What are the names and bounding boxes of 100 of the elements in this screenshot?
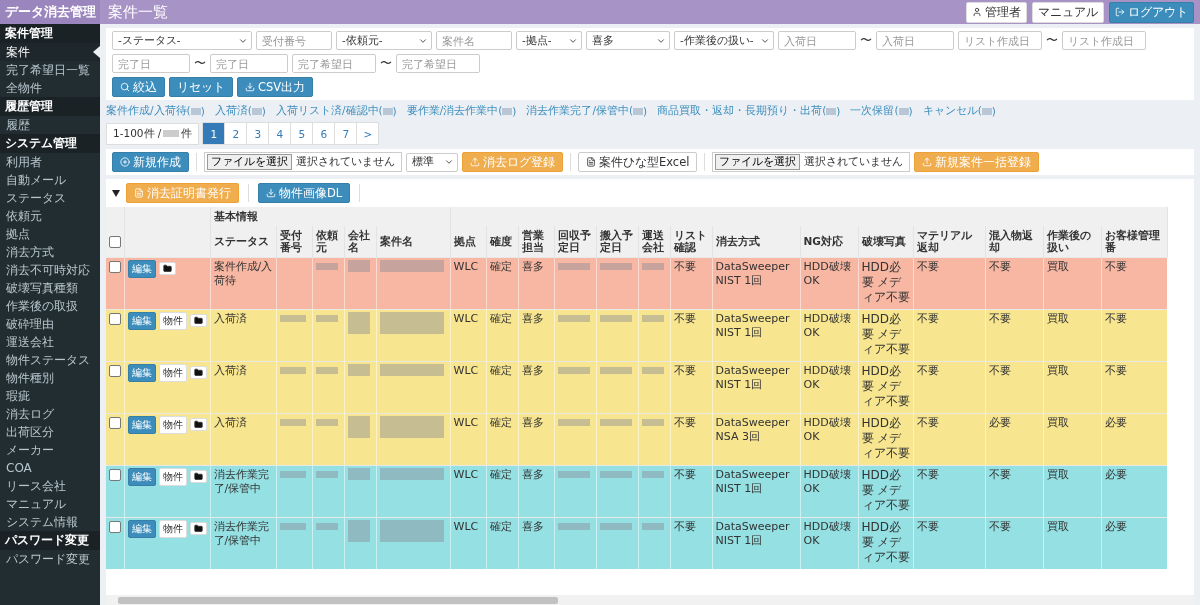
user-icon: [972, 7, 982, 17]
input-field[interactable]: 受付番号: [256, 31, 332, 50]
row-checkbox[interactable]: [109, 468, 121, 481]
toolbar-button[interactable]: 新規作成: [112, 152, 189, 172]
sidebar-item[interactable]: 瑕疵: [0, 387, 100, 405]
sidebar-item[interactable]: 完了希望日一覧: [0, 61, 100, 79]
sidebar-item[interactable]: COA: [0, 459, 100, 477]
input-field[interactable]: 入荷日: [778, 31, 856, 50]
redacted-block: [347, 259, 370, 272]
sidebar-item[interactable]: 作業後の取扱: [0, 297, 100, 315]
file-input[interactable]: ファイルを選択 選択されていません: [204, 152, 402, 172]
sidebar-item[interactable]: マニュアル: [0, 495, 100, 513]
horizontal-scrollbar[interactable]: [106, 595, 1194, 605]
sidebar-item[interactable]: ステータス: [0, 189, 100, 207]
redacted-block: [599, 418, 632, 426]
item-button[interactable]: 物件: [158, 363, 187, 382]
folder-button[interactable]: [189, 522, 207, 536]
sidebar-item[interactable]: 拠点: [0, 225, 100, 243]
sidebar-item[interactable]: 消去不可時対応: [0, 261, 100, 279]
edit-button[interactable]: 編集: [127, 363, 156, 382]
reset-button[interactable]: リセット: [169, 77, 233, 97]
page-link[interactable]: >: [356, 122, 380, 145]
sidebar-item[interactable]: 消去方式: [0, 243, 100, 261]
item-button[interactable]: 物件: [158, 311, 187, 330]
page-link[interactable]: 7: [334, 122, 358, 145]
sidebar-item[interactable]: 物件種別: [0, 369, 100, 387]
file-input[interactable]: ファイルを選択 選択されていません: [712, 152, 911, 172]
row-checkbox[interactable]: [109, 416, 121, 429]
redacted-block: [599, 314, 632, 322]
sidebar-item[interactable]: 消去ログ: [0, 405, 100, 423]
folder-button[interactable]: [189, 470, 207, 484]
redacted-block: [641, 366, 664, 374]
select-field[interactable]: -依頼元-: [336, 31, 432, 50]
input-field[interactable]: 案件名: [436, 31, 512, 50]
redacted-block: [279, 366, 306, 374]
redacted-block: [347, 519, 370, 542]
edit-button[interactable]: 編集: [127, 415, 156, 434]
row-checkbox[interactable]: [109, 312, 121, 325]
folder-button[interactable]: [189, 314, 207, 328]
item-button[interactable]: 物件: [158, 519, 187, 538]
collapse-triangle-icon[interactable]: [112, 189, 120, 197]
sidebar-item[interactable]: 物件ステータス: [0, 351, 100, 369]
sidebar-item[interactable]: 利用者: [0, 153, 100, 171]
edit-button[interactable]: 編集: [127, 311, 156, 330]
column-header: お客様管理番: [1101, 225, 1168, 258]
filter-button[interactable]: 絞込: [112, 77, 165, 97]
select-all-checkbox[interactable]: [109, 235, 121, 248]
page-link[interactable]: 4: [268, 122, 292, 145]
sidebar-item[interactable]: 破壊写真種類: [0, 279, 100, 297]
logout-button[interactable]: ログアウト: [1109, 1, 1194, 23]
edit-button[interactable]: 編集: [127, 259, 156, 278]
item-button[interactable]: 物件: [158, 467, 187, 486]
row-checkbox[interactable]: [109, 520, 121, 533]
folder-icon: [193, 420, 203, 430]
input-field[interactable]: 完了日: [210, 54, 288, 73]
sidebar-item[interactable]: 運送会社: [0, 333, 100, 351]
select-field[interactable]: 標準: [406, 152, 458, 172]
row-checkbox[interactable]: [109, 364, 121, 377]
page-link[interactable]: 3: [246, 122, 270, 145]
page-link[interactable]: 1: [202, 122, 226, 145]
input-field[interactable]: リスト作成日: [1062, 31, 1146, 50]
sidebar-item[interactable]: 全物件: [0, 79, 100, 97]
sidebar-item[interactable]: 破砕理由: [0, 315, 100, 333]
row-checkbox[interactable]: [109, 260, 121, 273]
sidebar-item[interactable]: パスワード変更: [0, 550, 100, 568]
sidebar-item[interactable]: 依頼元: [0, 207, 100, 225]
user-button[interactable]: 管理者: [966, 1, 1027, 23]
folder-button[interactable]: [189, 366, 207, 380]
input-field[interactable]: リスト作成日: [958, 31, 1042, 50]
column-header: 作業後の扱い: [1043, 225, 1102, 258]
page-link[interactable]: 6: [312, 122, 336, 145]
item-button[interactable]: 物件: [158, 415, 187, 434]
edit-button[interactable]: 編集: [127, 519, 156, 538]
sidebar-item[interactable]: メーカー: [0, 441, 100, 459]
select-field[interactable]: -拠点-: [516, 31, 582, 50]
column-header: NG対応: [800, 225, 859, 258]
sidebar-item[interactable]: 自動メール: [0, 171, 100, 189]
page-link[interactable]: 5: [290, 122, 314, 145]
input-field[interactable]: 完了希望日: [292, 54, 376, 73]
sidebar-item[interactable]: 案件: [0, 43, 100, 61]
redacted-block: [379, 519, 444, 542]
select-field[interactable]: 喜多: [586, 31, 670, 50]
table-action-button[interactable]: 物件画像DL: [258, 183, 351, 203]
input-field[interactable]: 入荷日: [876, 31, 954, 50]
redacted-block: [347, 311, 370, 334]
sidebar-item[interactable]: 出荷区分: [0, 423, 100, 441]
sidebar-item[interactable]: リース会社: [0, 477, 100, 495]
select-field[interactable]: -ステータス-: [112, 31, 252, 50]
input-field[interactable]: 完了日: [112, 54, 190, 73]
edit-button[interactable]: 編集: [127, 467, 156, 486]
sidebar-item[interactable]: 履歴: [0, 116, 100, 134]
page-link[interactable]: 2: [224, 122, 248, 145]
manual-button[interactable]: マニュアル: [1032, 1, 1104, 23]
sidebar-item[interactable]: システム情報: [0, 513, 100, 531]
folder-button[interactable]: [158, 262, 176, 276]
select-field[interactable]: -作業後の扱い-: [674, 31, 774, 50]
folder-button[interactable]: [189, 418, 207, 432]
toolbar-button[interactable]: 案件ひな型Excel: [578, 152, 698, 172]
csv-export-button[interactable]: CSV出力: [237, 77, 314, 97]
input-field[interactable]: 完了希望日: [396, 54, 480, 73]
